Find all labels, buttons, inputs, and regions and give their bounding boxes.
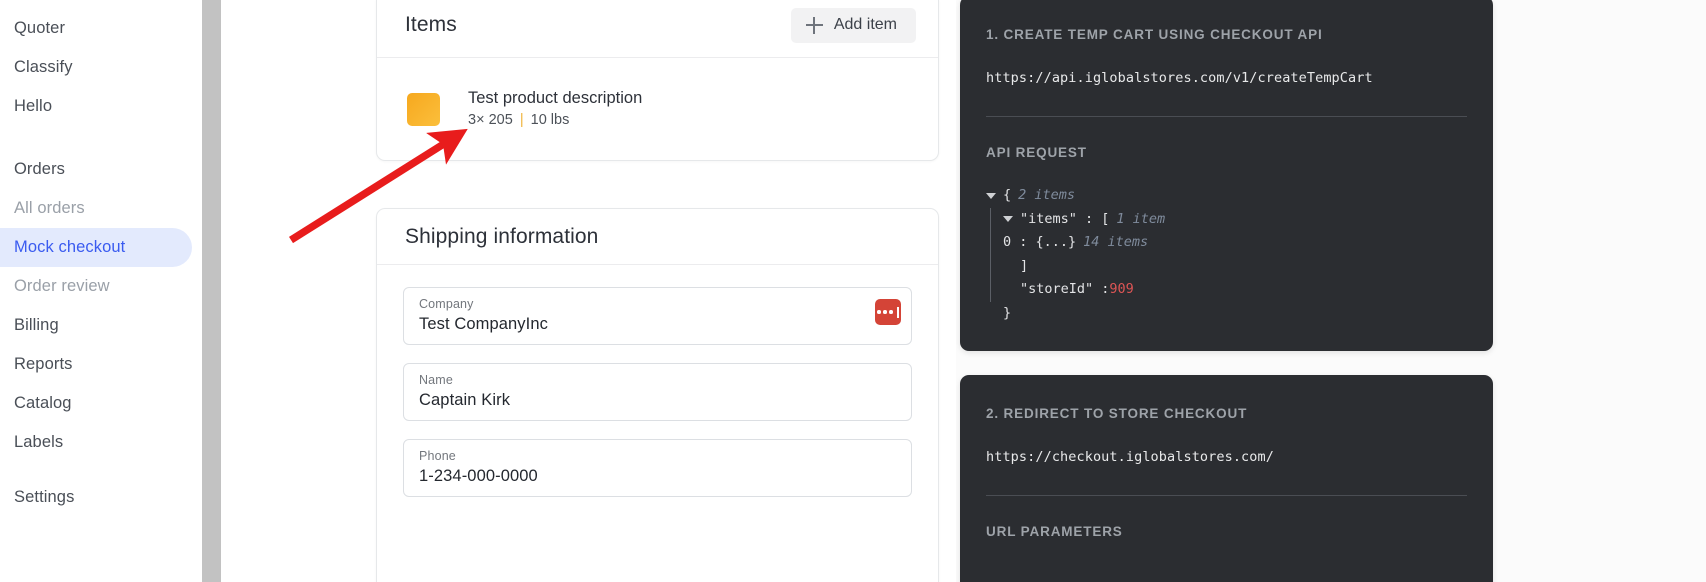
- sidebar-item-label: Quoter: [14, 19, 66, 37]
- json-row[interactable]: "items" : [ 1 item: [990, 207, 1467, 231]
- json-row: }: [986, 302, 1467, 326]
- company-value: Test CompanyInc: [419, 315, 548, 333]
- item-quantity: 3×: [468, 112, 485, 128]
- sidebar-item-label: Reports: [14, 355, 73, 373]
- step-1-card: 1. CREATE TEMP CART USING CHECKOUT API h…: [960, 0, 1493, 351]
- step-1-heading: 1. CREATE TEMP CART USING CHECKOUT API: [986, 27, 1323, 42]
- item-separator: |: [519, 112, 524, 128]
- item-name: Test product description: [468, 89, 643, 107]
- add-item-label: Add item: [833, 16, 897, 33]
- sidebar-scrollbar[interactable]: [202, 0, 221, 582]
- sidebar-item-reports[interactable]: Reports: [0, 345, 192, 384]
- json-row: "storeId" : 909: [990, 278, 1467, 302]
- step-2-card: 2. REDIRECT TO STORE CHECKOUT https://ch…: [960, 375, 1493, 582]
- url-parameters-label: URL PARAMETERS: [986, 524, 1123, 539]
- api-request-label: API REQUEST: [986, 145, 1087, 160]
- sidebar-scrollbar-thumb[interactable]: [202, 0, 221, 582]
- name-field[interactable]: Name Captain Kirk: [403, 363, 912, 421]
- sidebar-item-label: Labels: [14, 433, 64, 451]
- json-token: {: [1003, 187, 1012, 203]
- shipping-form: Company Test CompanyInc Name Captain Kir…: [377, 265, 938, 497]
- shipping-card-header: Shipping information: [377, 209, 938, 265]
- phone-label: Phone: [419, 449, 456, 463]
- json-count: 14 items: [1083, 234, 1149, 250]
- app-root: Quoter Classify Hello Orders All orders …: [0, 0, 1706, 582]
- sidebar-section-label: Orders: [14, 160, 66, 178]
- sidebar-item-label: Billing: [14, 316, 59, 334]
- dot-icon: [877, 310, 881, 314]
- sidebar: Quoter Classify Hello Orders All orders …: [0, 0, 202, 582]
- password-manager-icon[interactable]: [875, 299, 901, 325]
- sidebar-item-settings[interactable]: Settings: [0, 478, 192, 517]
- sidebar-item-labels[interactable]: Labels: [0, 423, 192, 462]
- company-label: Company: [419, 297, 474, 311]
- shipping-title: Shipping information: [405, 224, 599, 248]
- item-row[interactable]: Test product description 3× 205 | 10 lbs: [377, 58, 938, 160]
- json-token: "items" : [: [1020, 210, 1110, 227]
- chevron-down-icon[interactable]: [986, 192, 996, 199]
- item-thumbnail: [407, 93, 440, 126]
- sidebar-section-orders[interactable]: Orders: [0, 150, 192, 189]
- plus-icon: [805, 16, 823, 34]
- sidebar-item-label: Hello: [14, 97, 53, 115]
- name-label: Name: [419, 373, 453, 387]
- step-2-url: https://checkout.iglobalstores.com/: [986, 449, 1274, 465]
- json-tree: { 2 items "items" : [ 1 item 0 : {...} 1…: [986, 160, 1467, 325]
- item-details: Test product description 3× 205 | 10 lbs: [468, 88, 642, 128]
- add-item-button[interactable]: Add item: [790, 7, 916, 43]
- sidebar-item-order-review[interactable]: Order review: [0, 267, 192, 306]
- sidebar-item-label: Settings: [14, 488, 75, 506]
- sidebar-item-label: All orders: [14, 199, 85, 217]
- json-token: ]: [1020, 257, 1029, 274]
- json-row[interactable]: 0 : {...} 14 items: [990, 231, 1467, 255]
- main-content: Items Add item Test product description …: [221, 0, 956, 582]
- items-title: Items: [405, 13, 457, 36]
- sidebar-item-label: Catalog: [14, 394, 72, 412]
- item-price: 205: [488, 112, 513, 128]
- json-count: 1 item: [1116, 210, 1166, 227]
- step-1-url: https://api.iglobalstores.com/v1/createT…: [986, 70, 1373, 86]
- sidebar-item-classify[interactable]: Classify: [0, 48, 192, 87]
- step-2-heading: 2. REDIRECT TO STORE CHECKOUT: [986, 406, 1248, 421]
- sidebar-item-quoter[interactable]: Quoter: [0, 9, 192, 48]
- phone-field[interactable]: Phone 1-234-000-0000: [403, 439, 912, 497]
- json-row[interactable]: { 2 items: [986, 184, 1467, 208]
- chevron-down-icon[interactable]: [1003, 216, 1013, 223]
- company-field[interactable]: Company Test CompanyInc: [403, 287, 912, 345]
- sidebar-item-billing[interactable]: Billing: [0, 306, 192, 345]
- items-card: Items Add item Test product description …: [376, 0, 939, 161]
- api-steps-panel: 1. CREATE TEMP CART USING CHECKOUT API h…: [956, 0, 1706, 582]
- dot-icon: [889, 310, 893, 314]
- item-weight: 10 lbs: [530, 112, 570, 128]
- cursor-icon: [897, 306, 899, 318]
- json-token: "storeId" :: [1020, 281, 1110, 297]
- items-card-header: Items Add item: [377, 0, 938, 58]
- sidebar-item-label: Classify: [14, 58, 73, 76]
- sidebar-item-mock-checkout[interactable]: Mock checkout: [0, 228, 192, 267]
- json-count: 2 items: [1018, 187, 1076, 203]
- name-value: Captain Kirk: [419, 391, 511, 409]
- phone-value: 1-234-000-0000: [419, 467, 538, 485]
- sidebar-item-all-orders[interactable]: All orders: [0, 189, 192, 228]
- shipping-information-card: Shipping information Company Test Compan…: [376, 208, 939, 582]
- item-meta: 3× 205 | 10 lbs: [468, 112, 642, 128]
- json-row: ]: [990, 254, 1467, 278]
- sidebar-item-label: Order review: [14, 277, 110, 295]
- sidebar-item-hello[interactable]: Hello: [0, 87, 192, 126]
- json-token: }: [1003, 304, 1012, 321]
- sidebar-item-label: Mock checkout: [14, 238, 126, 256]
- dot-icon: [883, 310, 887, 314]
- json-number: 909: [1109, 281, 1134, 297]
- sidebar-item-catalog[interactable]: Catalog: [0, 384, 192, 423]
- json-token: 0 : {...}: [1003, 234, 1077, 250]
